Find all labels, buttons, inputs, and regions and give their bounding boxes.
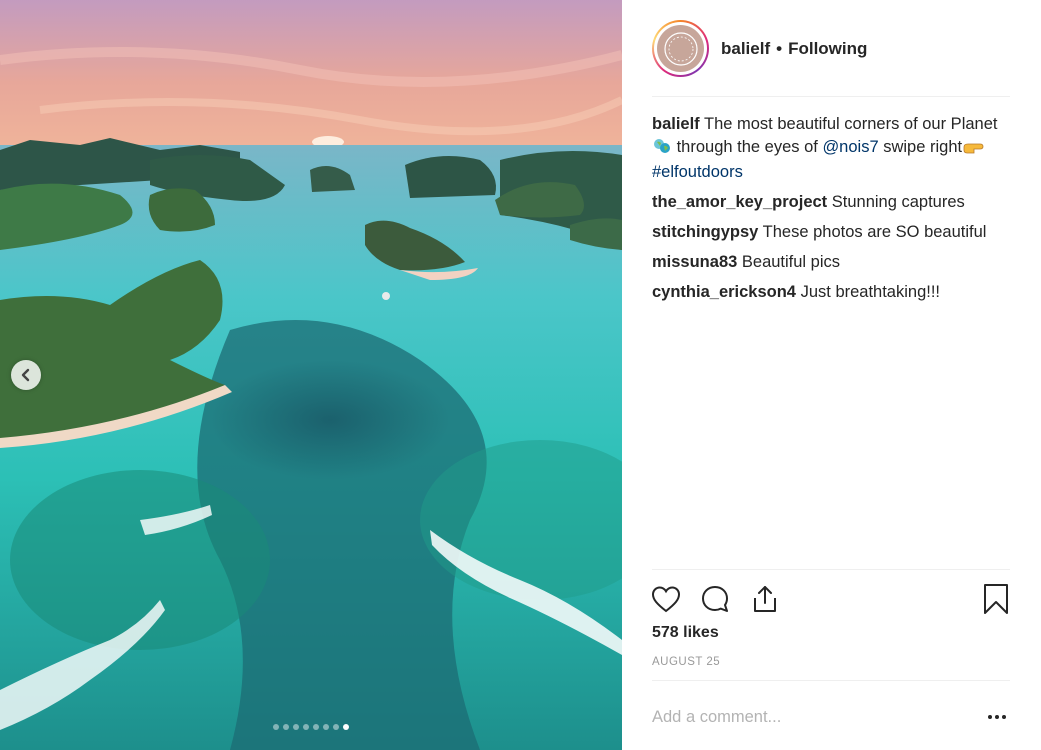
post-header: balielf • Following <box>652 20 1010 97</box>
comment-text: Stunning captures <box>831 193 965 211</box>
caption-username[interactable]: balielf <box>652 115 700 133</box>
comment-icon <box>702 586 728 612</box>
header-title: balielf • Following <box>721 39 867 59</box>
comment-username[interactable]: the_amor_key_project <box>652 193 827 211</box>
elf-logo <box>657 25 704 72</box>
more-options-button[interactable] <box>984 705 1010 729</box>
header-username[interactable]: balielf <box>721 39 770 59</box>
post-photo[interactable] <box>0 0 622 750</box>
comment-text: Just breathtaking!!! <box>800 283 941 301</box>
hashtag-link[interactable]: #elfoutdoors <box>652 163 743 181</box>
caption-text-1: The most beautiful corners of our Planet <box>703 115 998 133</box>
caption-text-3: swipe right <box>878 137 963 156</box>
avatar-ring <box>654 22 707 75</box>
carousel-dot <box>303 724 309 730</box>
header-separator: • <box>776 39 783 58</box>
comment-text: These photos are SO beautiful <box>762 223 987 241</box>
comment-row: cynthia_erickson4 Just breathtaking!!! <box>652 281 1012 304</box>
more-dot <box>1002 715 1006 719</box>
comment-username[interactable]: cynthia_erickson4 <box>652 283 796 301</box>
comment-username[interactable]: stitchingypsy <box>652 223 758 241</box>
add-comment-bar <box>652 680 1010 750</box>
comment-input[interactable] <box>652 705 972 729</box>
comment-row: missuna83 Beautiful pics <box>652 251 1012 274</box>
carousel-indicator <box>0 724 622 730</box>
comments-list: balielf The most beautiful corners of ou… <box>652 113 1012 311</box>
heart-icon <box>651 586 681 613</box>
logo-emblem <box>663 31 698 66</box>
bookmark-icon <box>984 584 1008 614</box>
earth-emoji-icon <box>652 137 672 162</box>
carousel-dot <box>323 724 329 730</box>
more-dot <box>995 715 999 719</box>
share-button[interactable] <box>749 583 781 615</box>
comment-rows: the_amor_key_project Stunning captures st… <box>652 191 1012 304</box>
chevron-left-icon <box>21 368 30 382</box>
carousel-dot <box>333 724 339 730</box>
carousel-dot <box>273 724 279 730</box>
like-button[interactable] <box>650 583 682 615</box>
carousel-dot <box>293 724 299 730</box>
comment-row: stitchingypsy These photos are SO beauti… <box>652 221 1012 244</box>
caption: balielf The most beautiful corners of ou… <box>652 113 1012 184</box>
comment-row: the_amor_key_project Stunning captures <box>652 191 1012 214</box>
comment-username[interactable]: missuna83 <box>652 253 737 271</box>
carousel-dot <box>343 724 349 730</box>
mention-link[interactable]: @nois7 <box>822 138 878 156</box>
more-dot <box>988 715 992 719</box>
share-icon <box>754 586 776 612</box>
post-details-panel: balielf • Following balielf The most bea… <box>622 0 1041 750</box>
carousel-dot <box>283 724 289 730</box>
carousel-prev-button[interactable] <box>11 360 41 390</box>
comment-button[interactable] <box>699 583 731 615</box>
save-button[interactable] <box>980 583 1012 615</box>
photo-landscape <box>0 0 622 750</box>
comment-text: Beautiful pics <box>741 253 841 271</box>
action-bar <box>650 569 1012 629</box>
follow-status-button[interactable]: Following <box>788 39 867 59</box>
carousel-dot <box>313 724 319 730</box>
caption-text-2: through the eyes of <box>672 137 823 156</box>
post-date[interactable]: AUGUST 25 <box>652 656 720 668</box>
likes-count[interactable]: 578 likes <box>652 624 719 642</box>
avatar[interactable] <box>652 20 709 77</box>
pointing-hand-emoji-icon <box>962 139 984 162</box>
